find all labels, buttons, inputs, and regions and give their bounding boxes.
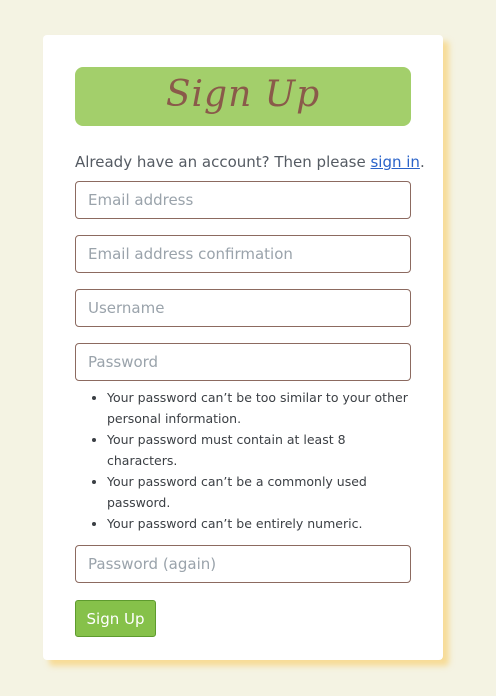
signup-button[interactable]: Sign Up [75, 600, 156, 637]
password-again-field[interactable] [75, 545, 411, 583]
email-field[interactable] [75, 181, 411, 219]
signup-card: Sign Up Already have an account? Then pl… [43, 35, 443, 660]
signin-prompt-text: Already have an account? Then please [75, 153, 371, 171]
title-banner: Sign Up [75, 67, 411, 126]
password-requirement: Your password can’t be entirely numeric. [107, 513, 411, 534]
page-title: Sign Up [165, 73, 321, 115]
password-requirements-list: Your password can’t be too similar to yo… [75, 387, 411, 534]
signin-link[interactable]: sign in [370, 153, 419, 171]
signin-prompt: Already have an account? Then please sig… [75, 153, 425, 173]
password-requirement: Your password can’t be a commonly used p… [107, 471, 411, 513]
password-requirement: Your password can’t be too similar to yo… [107, 387, 411, 429]
password-field[interactable] [75, 343, 411, 381]
signin-prompt-period: . [419, 153, 425, 171]
username-field[interactable] [75, 289, 411, 327]
email-confirmation-field[interactable] [75, 235, 411, 273]
password-requirement: Your password must contain at least 8 ch… [107, 429, 411, 471]
